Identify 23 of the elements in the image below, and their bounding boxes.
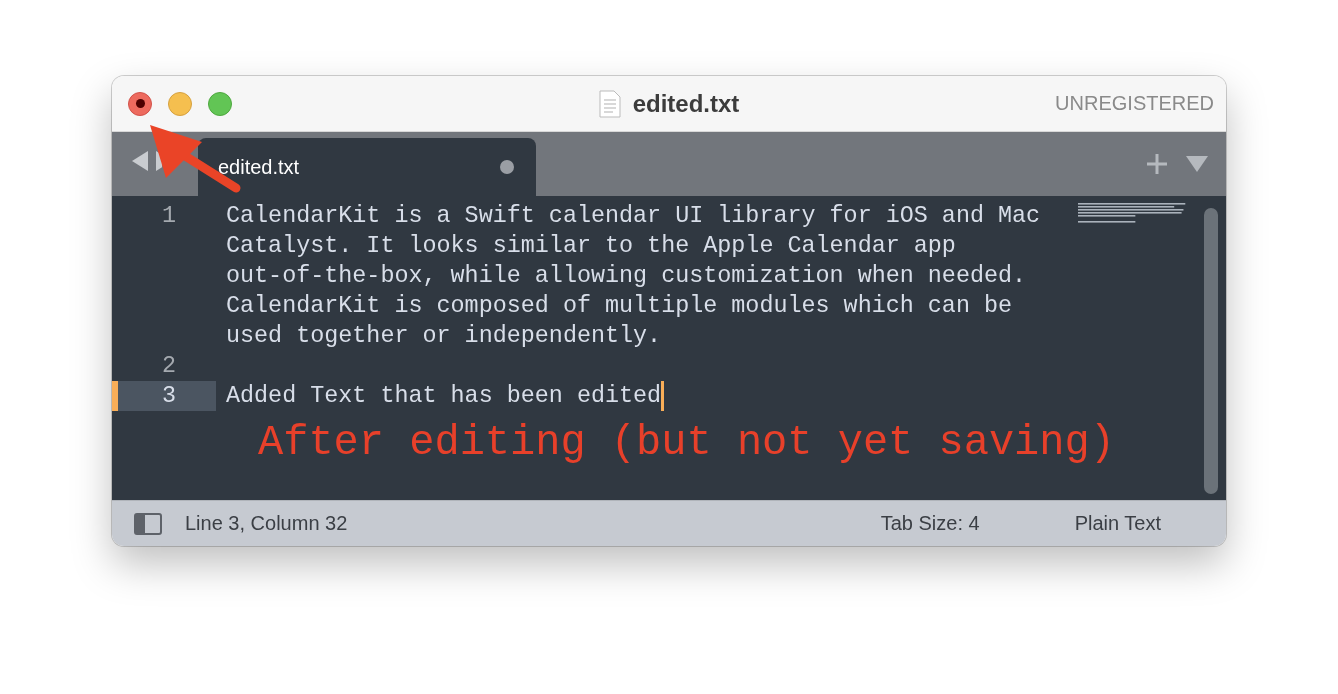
line-number: 1 bbox=[161, 202, 176, 231]
code-line: Added Text that has been edited bbox=[226, 382, 662, 411]
line-number: 2 bbox=[161, 352, 176, 381]
back-arrow-icon[interactable] bbox=[132, 151, 148, 171]
forward-arrow-icon[interactable] bbox=[156, 151, 162, 171]
code-line: CalendarKit is a Swift calendar UI library for iOS and Mac Catalyst. It looks similar to the Apple Calendar app out-of-the-box, while allowing customization when needed. CalendarKit is composed of multiple modules which can be used together or independently. bbox=[226, 202, 1041, 351]
plus-icon[interactable] bbox=[1146, 153, 1168, 175]
window-title: edited.txt bbox=[632, 89, 740, 118]
sidebar-toggle-icon[interactable] bbox=[134, 512, 162, 535]
file-tab[interactable]: edited.txt bbox=[198, 138, 536, 196]
dropdown-triangle-icon[interactable] bbox=[1186, 156, 1208, 172]
annotation-text: After editing (but not yet saving) bbox=[258, 419, 1115, 467]
cursor-position: Line 3, Column 32 bbox=[185, 512, 348, 535]
zoom-button[interactable] bbox=[208, 91, 232, 116]
tab-size-setting[interactable]: Tab Size: 4 bbox=[880, 512, 980, 535]
scrollbar-thumb[interactable] bbox=[1204, 208, 1218, 494]
document-icon bbox=[598, 89, 621, 118]
syntax-setting[interactable]: Plain Text bbox=[1074, 512, 1161, 535]
license-status: UNREGISTERED bbox=[1055, 92, 1214, 115]
minimap-drawing[interactable] bbox=[1078, 202, 1188, 225]
minimize-button[interactable] bbox=[168, 91, 192, 116]
close-button[interactable] bbox=[128, 91, 152, 116]
line-number: 3 bbox=[161, 382, 176, 411]
